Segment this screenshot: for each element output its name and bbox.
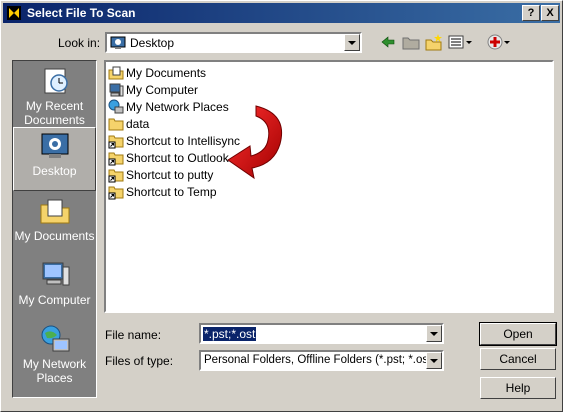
file-type-label: Files of type: bbox=[105, 354, 174, 368]
close-button[interactable]: X bbox=[541, 5, 559, 21]
view-menu-icon[interactable] bbox=[448, 33, 474, 51]
back-arrow-icon[interactable] bbox=[380, 33, 396, 51]
place-label: Desktop bbox=[32, 164, 77, 178]
my-documents-icon bbox=[40, 199, 69, 224]
place-label: My Recent Documents bbox=[24, 99, 85, 127]
look-in-label: Look in: bbox=[58, 36, 101, 50]
place-my-documents[interactable]: My Documents bbox=[13, 195, 96, 243]
file-name: Shortcut to putty bbox=[126, 167, 214, 182]
file-dialog: Select File To Scan ? X Look in: Desktop bbox=[0, 0, 563, 412]
folder-shortcut-icon bbox=[108, 169, 124, 182]
chevron-down-icon[interactable] bbox=[426, 325, 442, 342]
file-name: My Network Places bbox=[126, 99, 229, 114]
network-places-icon bbox=[41, 325, 69, 352]
red-arrow-icon bbox=[227, 105, 282, 180]
list-item[interactable]: My Network Places bbox=[108, 98, 229, 115]
look-in-dropdown[interactable]: Desktop bbox=[105, 32, 362, 53]
up-folder-icon[interactable] bbox=[402, 33, 420, 51]
computer-small-icon bbox=[109, 83, 124, 96]
file-name-label: File name: bbox=[105, 328, 162, 342]
network-small-icon bbox=[108, 99, 124, 113]
window-title: Select File To Scan bbox=[27, 6, 136, 20]
file-name: Shortcut to Temp bbox=[126, 184, 217, 199]
place-label: My Documents bbox=[14, 229, 95, 243]
place-label: My Computer bbox=[18, 293, 91, 307]
my-computer-icon bbox=[42, 262, 69, 286]
list-item[interactable]: Shortcut to putty bbox=[108, 166, 213, 183]
list-item[interactable]: My Documents bbox=[108, 64, 206, 81]
app-icon bbox=[7, 6, 21, 20]
list-item[interactable]: Shortcut to Outlook bbox=[108, 149, 229, 166]
help-button[interactable]: Help bbox=[480, 377, 556, 399]
places-bar: My Recent Documents Desktop My Documents bbox=[12, 60, 97, 398]
list-item[interactable]: Shortcut to Temp bbox=[108, 183, 217, 200]
folder-icon bbox=[108, 118, 124, 130]
file-type-dropdown[interactable]: Personal Folders, Offline Folders (*.pst… bbox=[199, 350, 444, 371]
cancel-button[interactable]: Cancel bbox=[480, 348, 556, 370]
file-name: data bbox=[126, 116, 150, 131]
place-my-computer[interactable]: My Computer bbox=[13, 259, 96, 307]
chevron-down-icon[interactable] bbox=[344, 34, 360, 51]
chevron-down-icon[interactable] bbox=[426, 352, 442, 369]
title-bar[interactable]: Select File To Scan ? X bbox=[3, 3, 560, 23]
recent-documents-icon bbox=[44, 68, 68, 94]
help-title-button[interactable]: ? bbox=[522, 5, 540, 21]
tools-menu-icon[interactable] bbox=[486, 33, 512, 51]
new-folder-icon[interactable] bbox=[425, 33, 443, 51]
open-button[interactable]: Open bbox=[479, 322, 557, 346]
place-label: My Network Places bbox=[22, 357, 87, 385]
folder-shortcut-icon bbox=[108, 152, 124, 165]
file-type-value: Personal Folders, Offline Folders (*.pst… bbox=[204, 354, 436, 366]
list-item[interactable]: My Computer bbox=[108, 81, 198, 98]
folder-shortcut-icon bbox=[108, 135, 124, 148]
folder-shortcut-icon bbox=[108, 186, 124, 199]
file-name-value: *.pst;*.ost bbox=[203, 327, 257, 341]
list-item[interactable]: data bbox=[108, 115, 149, 132]
file-list[interactable]: My Documents My Computer My Network Plac… bbox=[104, 60, 554, 313]
desktop-small-icon bbox=[110, 36, 126, 49]
file-name: Shortcut to Outlook bbox=[126, 150, 229, 165]
place-recent-documents[interactable]: My Recent Documents bbox=[13, 65, 96, 127]
place-network-places[interactable]: My Network Places bbox=[13, 323, 96, 385]
desktop-icon bbox=[41, 133, 68, 158]
file-name: My Computer bbox=[126, 82, 199, 97]
place-desktop[interactable]: Desktop bbox=[13, 127, 96, 191]
look-in-value: Desktop bbox=[130, 36, 175, 50]
file-name-input[interactable]: *.pst;*.ost bbox=[199, 323, 444, 344]
my-documents-small-icon bbox=[108, 66, 124, 79]
file-name: My Documents bbox=[126, 65, 207, 80]
